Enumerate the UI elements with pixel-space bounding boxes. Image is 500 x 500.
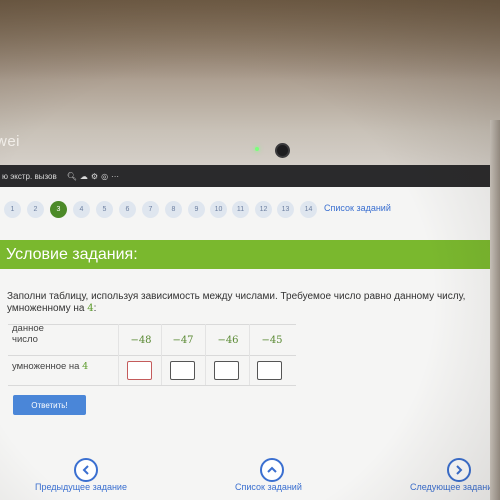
task-step-10[interactable]: 10 xyxy=(210,201,227,218)
front-camera xyxy=(277,145,288,156)
task-step-4[interactable]: 4 xyxy=(73,201,90,218)
task-list-link[interactable]: Список заданий xyxy=(324,203,391,213)
task-step-5[interactable]: 5 xyxy=(96,201,113,218)
answer-input-2[interactable] xyxy=(170,361,195,380)
instagram-icon[interactable]: ◎ xyxy=(101,172,108,181)
previous-task-button[interactable] xyxy=(74,458,98,482)
table-bottom-border xyxy=(8,385,296,386)
next-task-button[interactable] xyxy=(447,458,471,482)
task-step-11[interactable]: 11 xyxy=(232,201,249,218)
task-list-button[interactable] xyxy=(260,458,284,482)
cloud-icon[interactable]: ☁ xyxy=(80,172,88,181)
table-middle-border xyxy=(8,355,296,356)
task-condition-banner: Условие задания: xyxy=(0,240,492,269)
given-value-4: −45 xyxy=(261,335,283,346)
device-brand: wei xyxy=(0,133,21,150)
tablet-screen: ю экстр. вызов 🔍︎ ☁ ⚙ ◎ ··· 1 2 3 4 5 6 … xyxy=(0,165,492,500)
search-icon[interactable]: 🔍︎ xyxy=(67,172,77,181)
table-top-border xyxy=(8,324,296,325)
given-number-label-line2: число xyxy=(12,334,38,345)
task-navigation: 1 2 3 4 5 6 7 8 9 10 11 12 13 14 Список … xyxy=(0,201,492,221)
status-led xyxy=(255,147,259,151)
previous-task-label[interactable]: Предыдущее задание xyxy=(35,482,127,492)
given-value-3: −46 xyxy=(217,335,239,346)
task-step-13[interactable]: 13 xyxy=(277,201,294,218)
extension-icon[interactable]: ⚙ xyxy=(91,172,98,181)
task-step-12[interactable]: 12 xyxy=(255,201,272,218)
task-step-6[interactable]: 6 xyxy=(119,201,136,218)
given-value-1: −48 xyxy=(130,335,152,346)
instruction-line-1: Заполни таблицу, используя зависимость м… xyxy=(7,291,466,302)
answer-input-4[interactable] xyxy=(257,361,282,380)
table-column-divider xyxy=(249,324,250,385)
task-instruction: Заполни таблицу, используя зависимость м… xyxy=(7,291,487,315)
table-row-label-given: данное число xyxy=(12,323,44,345)
banner-title: Условие задания: xyxy=(6,245,138,263)
tablet-bezel-right xyxy=(490,120,500,500)
given-value-2: −47 xyxy=(172,335,194,346)
answer-input-3[interactable] xyxy=(214,361,239,380)
task-list-label[interactable]: Список заданий xyxy=(235,482,302,492)
more-icon[interactable]: ··· xyxy=(111,172,119,181)
next-task-label[interactable]: Следующее задание xyxy=(410,482,492,492)
submit-button[interactable]: Ответить! xyxy=(13,395,86,415)
instruction-line-2-colon: : xyxy=(93,303,97,314)
chevron-right-icon xyxy=(456,465,463,475)
answer-input-1[interactable] xyxy=(127,361,152,380)
task-step-8[interactable]: 8 xyxy=(165,201,182,218)
task-step-2[interactable]: 2 xyxy=(27,201,44,218)
given-number-label-line1: данное xyxy=(12,323,44,334)
table-column-divider xyxy=(161,324,162,385)
task-step-9[interactable]: 9 xyxy=(188,201,205,218)
instruction-line-2-text: умноженному на xyxy=(7,303,88,314)
instruction-line-2: умноженному на 4: xyxy=(7,303,487,315)
browser-bar: ю экстр. вызов 🔍︎ ☁ ⚙ ◎ ··· xyxy=(0,165,492,187)
table-column-divider xyxy=(205,324,206,385)
table-column-divider xyxy=(118,324,119,385)
multiplied-label-text: умноженное на xyxy=(12,361,83,372)
bezel-shadow xyxy=(0,0,500,80)
task-step-14[interactable]: 14 xyxy=(300,201,317,218)
chevron-up-icon xyxy=(267,466,277,473)
table-row-label-multiplied: умноженное на 4 xyxy=(12,361,88,372)
task-step-1[interactable]: 1 xyxy=(4,201,21,218)
task-step-3[interactable]: 3 xyxy=(50,201,67,218)
chevron-left-icon xyxy=(82,465,89,475)
browser-icons: 🔍︎ ☁ ⚙ ◎ ··· xyxy=(67,172,119,181)
browser-tab[interactable]: ю экстр. вызов xyxy=(2,172,57,181)
task-step-7[interactable]: 7 xyxy=(142,201,159,218)
multiplied-label-number: 4 xyxy=(82,361,89,372)
